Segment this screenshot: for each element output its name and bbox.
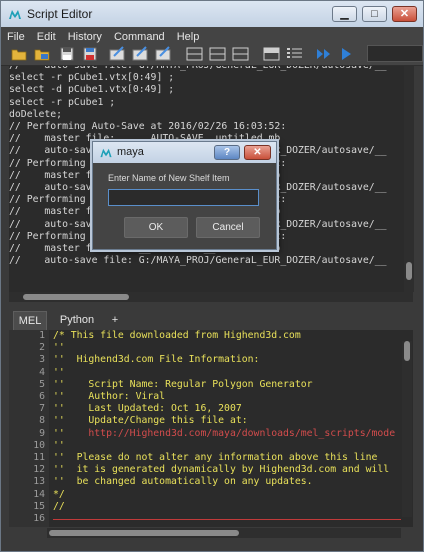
window-title: Script Editor (27, 7, 93, 21)
scroll-thumb[interactable] (404, 341, 410, 361)
input-pane[interactable]: 1 2 3 4 5 6 7 8 9 10 11 12 13 14 15 16 /* This file dow… (9, 330, 413, 527)
line-number: 10 (33, 439, 45, 451)
history-line: doDelete; (9, 108, 63, 120)
line-number: 3 (39, 354, 45, 366)
list-icon[interactable] (286, 46, 303, 62)
scroll-thumb[interactable] (406, 262, 412, 280)
quick-help-field[interactable] (367, 45, 423, 62)
code-line: '' it is generated dynamically by Highen… (53, 464, 390, 476)
code-line: '' Script Name: Regular Polygon Generato… (53, 378, 313, 390)
dialog-title: maya (117, 146, 144, 158)
code-line: '' Author: Viral (53, 391, 166, 403)
menu-bar: File Edit History Command Help (1, 27, 423, 43)
history-vertical-scrollbar[interactable] (404, 66, 414, 292)
save-script-icon[interactable] (59, 46, 76, 62)
line-number-gutter: 1 2 3 4 5 6 7 8 9 10 11 12 13 14 15 16 (9, 330, 49, 527)
prompt-label: Enter Name of New Shelf Item (108, 173, 230, 183)
maximize-button[interactable]: □ (362, 6, 387, 22)
toolbar (1, 43, 423, 66)
code-line: // (53, 500, 65, 512)
minimize-button[interactable]: ▁ (332, 6, 357, 22)
line-number: 6 (39, 391, 45, 403)
save-to-shelf-icon[interactable] (82, 46, 99, 62)
new-shelf-item-dialog: maya ? ✕ Enter Name of New Shelf Item OK… (92, 141, 277, 250)
code-line: '' Last Updated: Oct 16, 2007 (53, 403, 242, 415)
code-line: /* This file downloaded from Highend3d.c… (53, 330, 301, 341)
ok-button[interactable]: OK (124, 217, 188, 238)
line-numbers: 1 2 3 4 5 6 7 8 9 10 11 12 13 14 15 16 (9, 330, 49, 525)
show-history-only-icon[interactable] (263, 46, 280, 62)
script-editor-window: Script Editor ▁ □ ✕ File Edit History Comma… (0, 0, 424, 552)
code-line: */ (53, 488, 65, 500)
line-number: 15 (33, 500, 45, 512)
line-number: 1 (39, 330, 45, 341)
source-script-icon[interactable] (34, 46, 51, 62)
code-line: '' Highend3d.com File Information: (53, 354, 260, 366)
execute-icon[interactable] (338, 46, 355, 62)
code-line: '' be changed automatically on any updat… (53, 476, 313, 488)
clear-history-icon[interactable] (186, 46, 203, 62)
maya-logo-icon (100, 148, 112, 158)
line-number: 8 (39, 415, 45, 427)
history-line: // Performing Auto-Save at 2016/02/26 16… (9, 121, 287, 133)
dialog-title-bar[interactable]: maya ? ✕ (93, 142, 276, 163)
code-line: '' (53, 366, 65, 378)
add-tab-button[interactable]: + (105, 311, 125, 330)
code-line: '' Update/Change this file at: (53, 415, 248, 427)
line-number: 16 (33, 513, 45, 525)
line-number: 11 (33, 452, 45, 464)
tab-mel[interactable]: MEL (13, 311, 47, 330)
input-horizontal-scrollbar[interactable] (47, 528, 401, 538)
history-line: // auto-save file: G:/MAYA_PROJ/GeneraL_… (9, 255, 387, 267)
error-underline (53, 519, 401, 520)
line-number: 4 (39, 366, 45, 378)
url-link[interactable]: http://Highend3d.com/maya/downloads/mel_… (88, 428, 395, 439)
title-bar[interactable]: Script Editor ▁ □ ✕ (1, 1, 423, 28)
input-vertical-scrollbar[interactable] (402, 341, 412, 517)
line-number: 12 (33, 464, 45, 476)
cancel-button[interactable]: Cancel (196, 217, 260, 238)
line-number: 2 (39, 342, 45, 354)
scroll-thumb[interactable] (23, 294, 129, 300)
shelf-item-name-input[interactable] (108, 189, 259, 206)
code-line: '' Please do not alter any information a… (53, 452, 378, 464)
echo-all-commands-icon[interactable] (109, 46, 126, 62)
line-number: 13 (33, 476, 45, 488)
line-number: 7 (39, 403, 45, 415)
history-horizontal-scrollbar[interactable] (9, 292, 413, 302)
clear-input-icon[interactable] (209, 46, 226, 62)
maya-logo-icon (9, 10, 21, 19)
line-number: 5 (39, 378, 45, 390)
show-line-numbers-icon[interactable] (132, 46, 149, 62)
code-line: '' (53, 342, 65, 354)
show-stack-trace-icon[interactable] (155, 46, 172, 62)
close-button[interactable]: ✕ (392, 6, 417, 22)
code-line: '' (53, 439, 65, 451)
code-text: /* This file downloaded from Highend3d.c… (53, 330, 395, 513)
line-number: 9 (39, 427, 45, 439)
code-line: '' http://Highend3d.com/maya/downloads/m… (53, 427, 396, 439)
tab-python[interactable]: Python (53, 311, 101, 330)
dialog-close-button[interactable]: ✕ (244, 145, 271, 160)
open-script-icon[interactable] (11, 46, 28, 62)
clear-all-icon[interactable] (232, 46, 249, 62)
execute-all-icon[interactable] (315, 46, 332, 62)
scroll-thumb[interactable] (49, 530, 239, 536)
history-line: select -r pCube1.vtx[0:49] ; (9, 72, 175, 84)
history-line: select -r pCube1 ; (9, 96, 116, 108)
help-button[interactable]: ? (214, 145, 240, 160)
history-line: select -d pCube1.vtx[0:49] ; (9, 84, 175, 96)
line-number: 14 (33, 488, 45, 500)
script-tabs: MEL Python + (9, 311, 413, 330)
